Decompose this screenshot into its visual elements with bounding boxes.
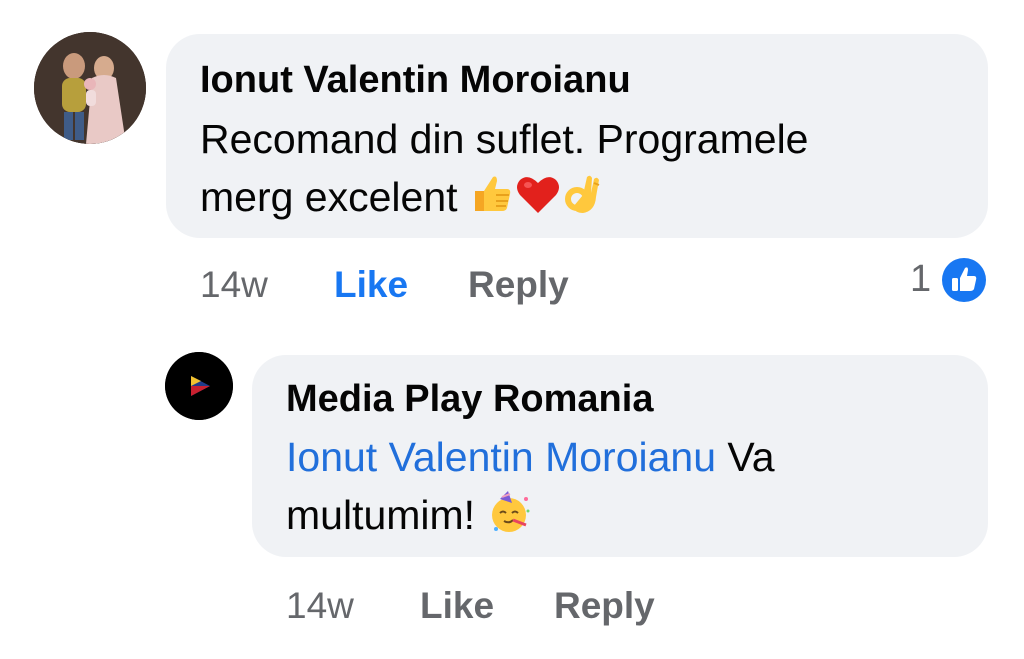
partying-face-icon bbox=[486, 489, 532, 535]
red-heart-icon bbox=[515, 171, 561, 217]
comment-timestamp[interactable]: 14w bbox=[200, 264, 268, 306]
like-reaction-icon[interactable] bbox=[938, 254, 990, 306]
reply-text: Ionut Valentin Moroianu Va multumim! bbox=[286, 428, 926, 544]
reply-timestamp[interactable]: 14w bbox=[286, 585, 354, 627]
comment-author-name[interactable]: Ionut Valentin Moroianu bbox=[200, 58, 631, 102]
thumbs-up-icon bbox=[469, 171, 515, 217]
reaction-count[interactable]: 1 bbox=[910, 258, 931, 301]
page-avatar[interactable] bbox=[165, 352, 233, 420]
ok-hand-icon bbox=[561, 171, 607, 217]
reply-reply-button[interactable]: Reply bbox=[554, 585, 655, 627]
comment-text: Recomand din suflet. Programele merg exc… bbox=[200, 110, 900, 226]
mention-link[interactable]: Ionut Valentin Moroianu bbox=[286, 434, 716, 480]
commenter-avatar[interactable] bbox=[34, 32, 146, 144]
reply-like-button[interactable]: Like bbox=[420, 585, 494, 627]
comment-reply-button[interactable]: Reply bbox=[468, 264, 569, 306]
comment-text-line2: merg excelent bbox=[200, 174, 458, 220]
reply-text-line2: multumim! bbox=[286, 492, 476, 538]
reply-text-after-mention: Va bbox=[716, 434, 775, 480]
comment-like-button[interactable]: Like bbox=[334, 264, 408, 306]
reply-author-name[interactable]: Media Play Romania bbox=[286, 377, 653, 421]
comment-text-line1: Recomand din suflet. Programele bbox=[200, 116, 809, 162]
